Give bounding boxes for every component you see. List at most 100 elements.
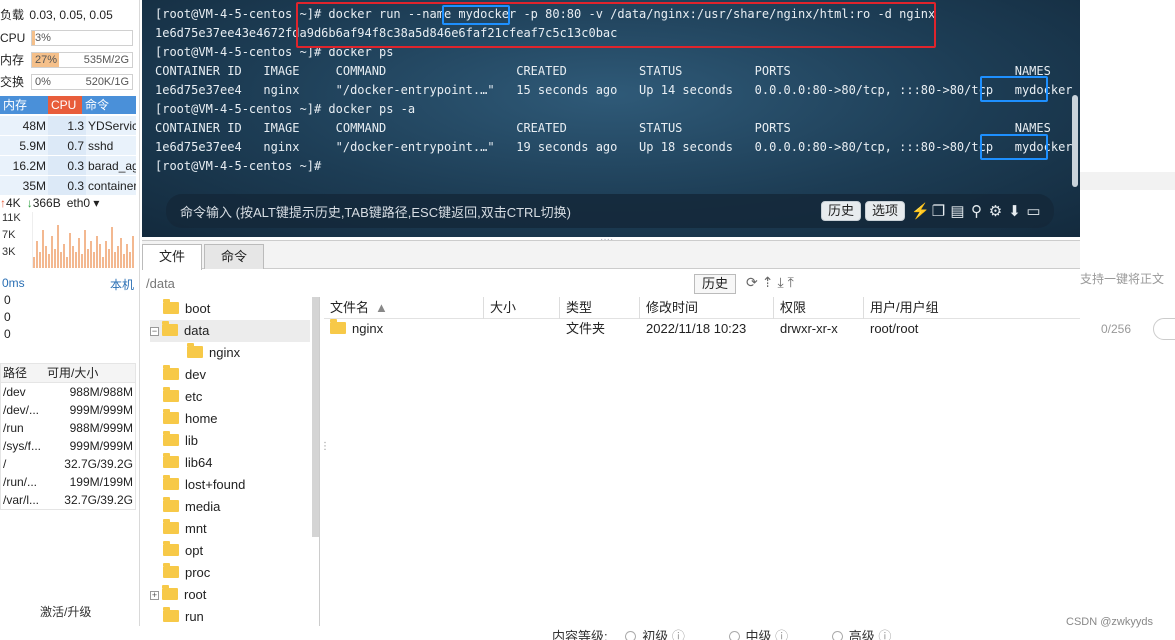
path-bar: /data 历史 ⟳ ⇡ ⤓ ⤒ — [142, 272, 1080, 296]
terminal[interactable]: [root@VM-4-5-centos ~]# docker run --nam… — [142, 0, 1080, 237]
download-icon[interactable]: ⤓ — [777, 274, 783, 291]
net-bar — [42, 230, 44, 268]
tree-item[interactable]: lost+found — [150, 474, 245, 496]
tree-item[interactable]: run — [150, 606, 204, 627]
tree-item[interactable]: home — [150, 408, 218, 430]
search-icon[interactable]: ⚲ — [968, 203, 985, 220]
terminal-scrollbar[interactable] — [1072, 95, 1078, 187]
radio-advanced[interactable] — [831, 631, 843, 640]
tree-item-label: nginx — [209, 345, 241, 360]
net-up: ↑4K — [0, 196, 21, 212]
table-row[interactable]: 48M1.3YDService — [0, 116, 136, 136]
net-iface-select[interactable]: eth0 ▾ — [67, 196, 100, 212]
refresh-icon[interactable]: ⟳ — [746, 274, 758, 291]
activate-upgrade-link[interactable]: 激活/升级 — [40, 603, 91, 620]
proc-col-cpu[interactable]: CPU — [48, 96, 82, 114]
col-perm[interactable]: 权限 — [774, 297, 864, 319]
col-type[interactable]: 类型 — [560, 297, 640, 319]
mem-row: 内存 27% 535M/2G — [0, 51, 136, 69]
folder-icon — [163, 475, 179, 490]
folder-icon — [163, 365, 179, 380]
col-size[interactable]: 大小 — [484, 297, 560, 319]
disk-path: / — [3, 457, 7, 471]
up-icon[interactable]: ⇡ — [762, 274, 774, 291]
network-graph: 11K 7K 3K — [0, 212, 134, 268]
table-row: /dev/... 999M/999M — [1, 401, 135, 419]
window-icon[interactable]: ▭ — [1025, 203, 1042, 220]
tree-item[interactable]: mnt — [150, 518, 207, 540]
table-row[interactable]: 16.2M0.3barad_agent — [0, 156, 136, 176]
folder-icon — [163, 497, 179, 512]
path-history-button[interactable]: 历史 — [694, 274, 736, 294]
char-counter: 0/256 — [1101, 322, 1132, 336]
net-bar — [114, 252, 116, 268]
net-bar — [132, 236, 134, 268]
table-row[interactable]: 5.9M 0.7 sshd — [0, 136, 136, 156]
tree-item[interactable]: dev — [150, 364, 206, 386]
net-up-value: 4K — [6, 196, 21, 210]
tree-item[interactable]: − data — [150, 320, 209, 342]
help-icon[interactable]: ⓘ — [772, 629, 788, 640]
tree-item[interactable]: opt — [150, 540, 203, 562]
upload-icon[interactable]: ⤒ — [788, 274, 794, 291]
history-button[interactable]: 历史 — [820, 201, 861, 221]
tree-item[interactable]: proc — [150, 562, 210, 584]
net-bar — [129, 252, 131, 268]
disk-size: 988M/988M — [69, 385, 133, 399]
chevron-down-icon: ▾ — [90, 196, 100, 210]
sort-asc-icon: ▲ — [375, 300, 388, 315]
disk-size: 999M/999M — [69, 439, 133, 453]
proc-col-mem[interactable]: 内存 — [0, 96, 48, 114]
command-input[interactable]: 命令输入 (按ALT键提示历史,TAB键路径,ESC键返回,双击CTRL切换) — [180, 202, 821, 221]
net-bar — [48, 254, 50, 268]
tab-commands[interactable]: 命令 — [204, 244, 264, 269]
tree-item[interactable]: + root — [150, 584, 206, 606]
level-intermediate: 中级 — [745, 629, 772, 640]
path-input[interactable]: /data — [146, 276, 175, 291]
watermark: CSDN @zwkyyds — [1066, 616, 1153, 628]
options-button[interactable]: 选项 — [864, 201, 905, 221]
arrow-down-icon[interactable]: ⬇ — [1006, 203, 1023, 220]
tree-scrollbar[interactable] — [312, 297, 319, 537]
col-owner[interactable]: 用户/用户组 — [864, 297, 984, 319]
proc-col-cmd[interactable]: 命令 — [82, 96, 136, 114]
tree-item[interactable]: media — [150, 496, 220, 518]
file-owner: root/root — [870, 321, 919, 336]
radio-beginner[interactable] — [625, 631, 637, 640]
table-row: / 32.7G/39.2G — [1, 455, 135, 473]
folder-icon — [163, 563, 179, 578]
tree-item[interactable]: lib64 — [150, 452, 212, 474]
tree-item[interactable]: lib — [150, 430, 198, 452]
tree-item[interactable]: etc — [150, 386, 202, 408]
help-icon[interactable]: ⓘ — [668, 629, 685, 640]
col-filename[interactable]: 文件名 ▲ — [324, 297, 484, 319]
help-icon[interactable]: ⓘ — [875, 629, 891, 640]
file-perm: drwxr-xr-x — [780, 321, 838, 336]
collapse-icon[interactable]: − — [150, 327, 159, 336]
background-button[interactable] — [1153, 318, 1175, 340]
command-input-bar[interactable]: 命令输入 (按ALT键提示历史,TAB键路径,ESC键返回,双击CTRL切换) … — [166, 194, 1054, 228]
gear-icon[interactable]: ⚙ — [987, 203, 1004, 220]
lightning-icon[interactable]: ⚡ — [911, 203, 930, 220]
file-name-cell: nginx — [324, 319, 383, 339]
tree-item-label: run — [185, 609, 204, 624]
expand-icon[interactable]: + — [150, 591, 159, 600]
tree-item[interactable]: nginx — [174, 342, 240, 364]
tree-item-label: proc — [185, 565, 211, 580]
copy-icon[interactable]: ❐ — [930, 203, 947, 220]
latency-header: 0ms 本机 — [0, 276, 136, 292]
net-bar — [57, 225, 59, 268]
terminal-line: [root@VM-4-5-centos ~]# docker ps -a — [155, 102, 416, 116]
tree-item-label: dev — [185, 367, 206, 382]
latency-host[interactable]: 本机 — [110, 276, 134, 293]
background-strip — [1080, 172, 1175, 190]
radio-intermediate[interactable] — [728, 631, 740, 640]
tree-item[interactable]: boot — [150, 298, 210, 320]
proc-mem: 5.9M — [19, 139, 46, 153]
tab-files[interactable]: 文件 — [142, 244, 202, 270]
paste-icon[interactable]: ▤ — [949, 203, 966, 220]
col-mtime[interactable]: 修改时间 — [640, 297, 774, 319]
table-row[interactable]: 35M0.3containerd — [0, 176, 136, 196]
process-table-header: 内存 CPU 命令 — [0, 96, 136, 114]
tree-item-label: opt — [185, 543, 204, 558]
